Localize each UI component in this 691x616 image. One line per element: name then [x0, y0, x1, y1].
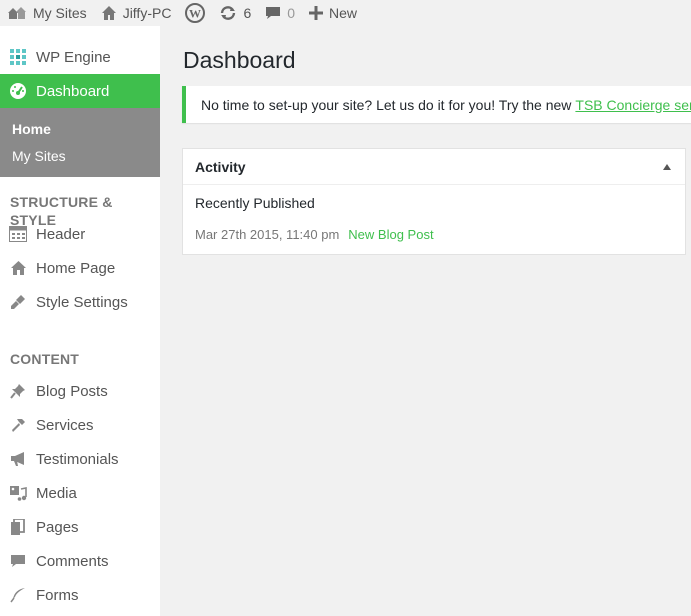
- sidebar-item-label: Pages: [36, 518, 79, 536]
- wordpress-logo-icon: W: [185, 3, 206, 23]
- updates-menu[interactable]: 6: [212, 0, 258, 26]
- comment-bubble-icon: [265, 5, 281, 21]
- sidebar-item-label: Header: [36, 225, 86, 243]
- svg-text:W: W: [189, 7, 201, 21]
- sidebar-item-wp-engine[interactable]: WP Engine: [0, 40, 160, 74]
- wp-engine-icon: [9, 48, 27, 66]
- media-icon: [9, 484, 27, 502]
- new-content-menu[interactable]: New: [302, 0, 364, 26]
- pages-icon: [9, 518, 27, 536]
- comment-bubble-icon: [9, 552, 27, 570]
- collapse-arrow-icon[interactable]: [663, 164, 671, 170]
- sidebar-item-pages[interactable]: Pages: [0, 510, 160, 544]
- dashboard-submenu: Home My Sites: [0, 108, 160, 177]
- comments-menu[interactable]: 0: [258, 0, 302, 26]
- pushpin-icon: [9, 382, 27, 400]
- home-icon: [9, 259, 27, 277]
- submenu-item-home[interactable]: Home: [12, 121, 51, 137]
- feather-quill-icon: [9, 586, 27, 604]
- concierge-service-link[interactable]: TSB Concierge service: [575, 97, 691, 113]
- paintbrush-icon: [9, 293, 27, 311]
- sidebar-item-services[interactable]: Services: [0, 408, 160, 442]
- header-layout-icon: [9, 225, 27, 243]
- sidebar-item-dashboard[interactable]: Dashboard: [0, 74, 160, 108]
- admin-bar: My Sites Jiffy-PC W 6 0 New: [0, 0, 691, 26]
- sidebar-item-header[interactable]: Header: [0, 217, 160, 251]
- sidebar-item-testimonials[interactable]: Testimonials: [0, 442, 160, 476]
- hammer-icon: [9, 416, 27, 434]
- post-title-link[interactable]: New Blog Post: [348, 227, 433, 242]
- my-sites-menu[interactable]: My Sites: [0, 0, 94, 26]
- sidebar-item-label: Comments: [36, 552, 109, 570]
- post-date: Mar 27th 2015, 11:40 pm: [195, 227, 340, 242]
- sidebar-item-forms[interactable]: Forms: [0, 578, 160, 612]
- sidebar-item-label: Style Settings: [36, 293, 128, 311]
- updates-icon: [219, 5, 237, 21]
- site-name-label: Jiffy-PC: [122, 5, 172, 21]
- sidebar-item-label: Testimonials: [36, 450, 119, 468]
- plus-icon: [309, 6, 324, 20]
- new-label: New: [329, 5, 358, 21]
- activity-title: Activity: [195, 158, 246, 175]
- sidebar-item-media[interactable]: Media: [0, 476, 160, 510]
- sidebar-item-home-page[interactable]: Home Page: [0, 251, 160, 285]
- sidebar-item-label: Blog Posts: [36, 382, 108, 400]
- sidebar-item-label: Home Page: [36, 259, 116, 277]
- page-title: Dashboard: [183, 47, 296, 73]
- submenu-item-my-sites[interactable]: My Sites: [12, 148, 66, 164]
- sidebar-item-label: Media: [36, 484, 77, 502]
- my-sites-label: My Sites: [33, 5, 87, 21]
- sidebar-item-comments[interactable]: Comments: [0, 544, 160, 578]
- dashboard-gauge-icon: [9, 82, 27, 100]
- section-heading-content: CONTENT: [10, 351, 80, 367]
- sidebar-item-label: Dashboard: [36, 82, 110, 100]
- site-name-menu[interactable]: Jiffy-PC: [94, 0, 179, 26]
- my-sites-icon: [7, 5, 27, 21]
- sidebar-item-blog-posts[interactable]: Blog Posts: [0, 374, 160, 408]
- home-icon: [101, 5, 117, 21]
- sidebar-item-label: WP Engine: [36, 48, 111, 66]
- notice-text: No time to set-up your site? Let us do i…: [201, 96, 572, 113]
- activity-list-item: Mar 27th 2015, 11:40 pm New Blog Post: [195, 227, 434, 242]
- concierge-notice: No time to set-up your site? Let us do i…: [182, 86, 691, 123]
- sidebar-item-label: Forms: [36, 586, 79, 604]
- recently-published-heading: Recently Published: [195, 195, 315, 211]
- comments-count: 0: [287, 5, 296, 21]
- activity-widget-header[interactable]: Activity: [183, 149, 685, 185]
- megaphone-icon: [9, 450, 27, 468]
- updates-count: 6: [243, 5, 252, 21]
- sidebar-item-label: Services: [36, 416, 94, 434]
- activity-widget: Activity Recently Published Mar 27th 201…: [182, 148, 686, 255]
- wordpress-logo-menu[interactable]: W: [178, 0, 212, 26]
- sidebar-item-style-settings[interactable]: Style Settings: [0, 285, 160, 319]
